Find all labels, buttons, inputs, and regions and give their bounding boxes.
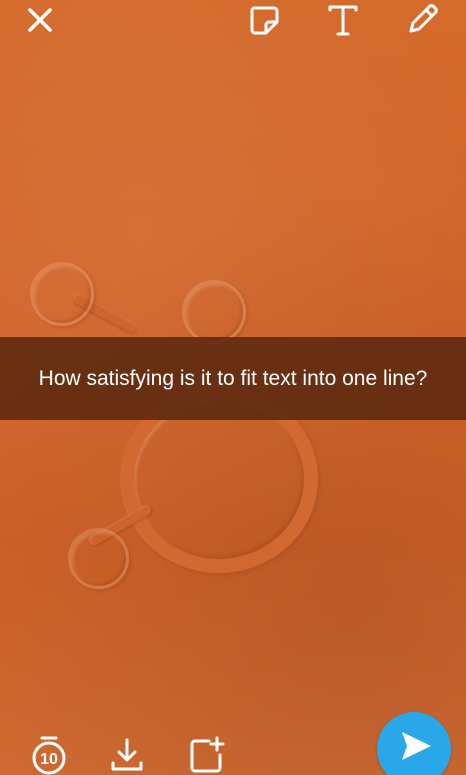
add-story-icon <box>190 736 225 773</box>
add-to-story-button[interactable] <box>187 735 227 775</box>
timer-value: 10 <box>40 751 58 768</box>
caption-bar[interactable]: How satisfying is it to fit text into on… <box>0 337 466 420</box>
close-icon <box>28 8 52 32</box>
text-tool-button[interactable] <box>325 2 361 38</box>
emboss-circle-top-right <box>182 280 246 344</box>
timer-button[interactable]: 10 <box>28 733 70 775</box>
send-arrow-icon <box>402 732 431 760</box>
sticker-button[interactable] <box>246 2 282 38</box>
text-icon <box>328 5 358 36</box>
close-button[interactable] <box>22 2 58 38</box>
pencil-tool-button[interactable] <box>404 2 440 38</box>
emboss-circle-top-left <box>30 262 94 326</box>
download-button[interactable] <box>107 735 147 775</box>
pencil-icon <box>409 4 438 33</box>
caption-text[interactable]: How satisfying is it to fit text into on… <box>13 363 453 394</box>
snap-preview-screen: How satisfying is it to fit text into on… <box>0 0 466 775</box>
timer-icon: 10 <box>32 736 66 775</box>
sticker-icon <box>250 6 279 35</box>
emboss-circle-bottom-left <box>68 528 129 589</box>
download-icon <box>111 738 143 771</box>
